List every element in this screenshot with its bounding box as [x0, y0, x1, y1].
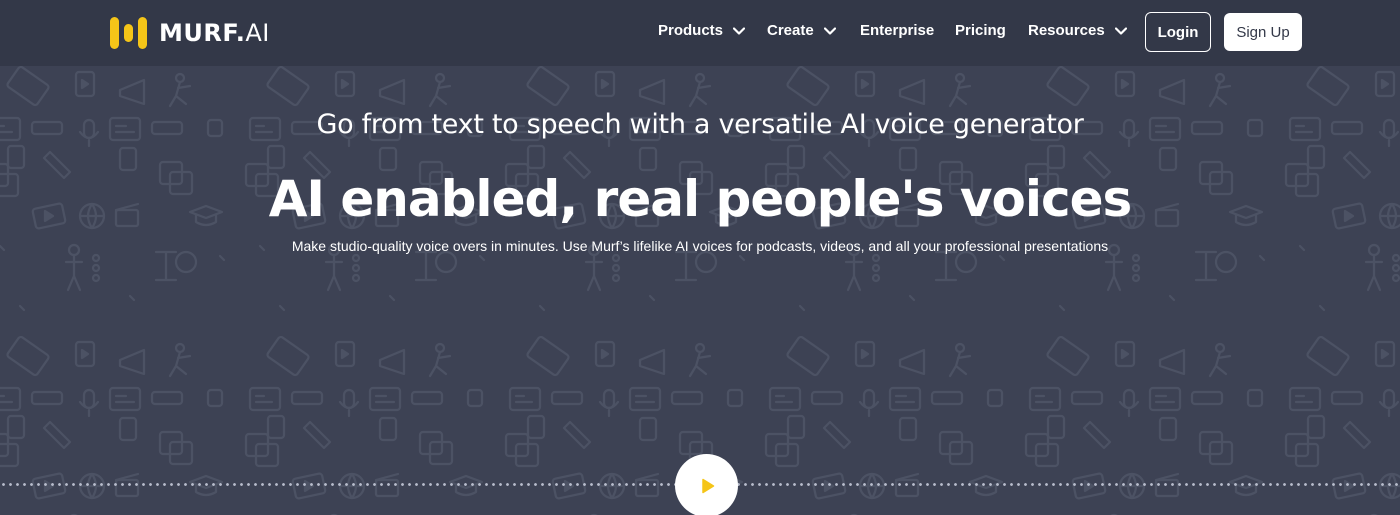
nav-products-label: Products	[658, 22, 724, 39]
play-button[interactable]	[675, 454, 738, 515]
nav-resources[interactable]: Resources	[1028, 22, 1127, 39]
murf-logo[interactable]: MURF.AI	[110, 16, 270, 50]
nav-create-label: Create	[767, 22, 814, 39]
chevron-down-icon	[823, 26, 836, 35]
brand-name: MURF.AI	[159, 19, 270, 47]
hero-section: Go from text to speech with a versatile …	[0, 66, 1400, 515]
signup-button[interactable]: Sign Up	[1224, 13, 1302, 51]
nav-enterprise[interactable]: Enterprise	[860, 22, 934, 39]
nav-create[interactable]: Create	[767, 22, 836, 39]
chevron-down-icon	[733, 26, 746, 35]
nav-enterprise-label: Enterprise	[860, 22, 935, 39]
nav-pricing-label: Pricing	[955, 22, 1006, 39]
nav-products[interactable]: Products	[658, 22, 746, 39]
hero-subtitle: Go from text to speech with a versatile …	[316, 109, 1084, 140]
murf-bars-icon	[110, 17, 147, 49]
hero-title: AI enabled, real people's voices	[268, 170, 1133, 228]
hero-description: Make studio-quality voice overs in minut…	[291, 238, 1109, 254]
top-navbar: MURF.AI Products Create Enterprise Prici…	[0, 0, 1400, 66]
chevron-down-icon	[1114, 26, 1127, 35]
play-icon	[701, 478, 714, 493]
nav-resources-label: Resources	[1028, 22, 1105, 39]
login-button[interactable]: Login	[1145, 12, 1211, 52]
nav-pricing[interactable]: Pricing	[955, 22, 1006, 39]
